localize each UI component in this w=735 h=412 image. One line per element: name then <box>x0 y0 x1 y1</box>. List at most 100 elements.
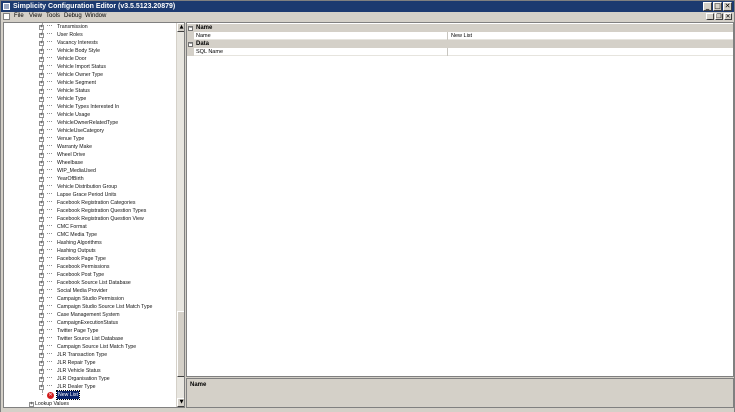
tree-node[interactable]: + CMC Media Type <box>4 231 176 239</box>
tree-node[interactable]: + Vehicle Door <box>4 55 176 63</box>
tree-node[interactable]: + Facebook Registration Question Types <box>4 207 176 215</box>
tree-node[interactable]: + JLR Vehicle Status <box>4 367 176 375</box>
tree-node[interactable]: + User Roles <box>4 31 176 39</box>
menu-file[interactable]: File <box>14 12 24 21</box>
expand-icon[interactable]: + <box>39 136 44 142</box>
tree-node[interactable]: + Vehicle Types Interested In <box>4 103 176 111</box>
expand-icon[interactable]: + <box>39 128 44 134</box>
expand-icon[interactable]: + <box>39 360 44 366</box>
tree-vertical-scrollbar[interactable]: ▲ ▼ <box>176 23 184 407</box>
tree-node[interactable]: + Twitter Page Type <box>4 327 176 335</box>
tree-node[interactable]: + Facebook Registration Categories <box>4 199 176 207</box>
expand-icon[interactable]: + <box>39 56 44 62</box>
tree-node[interactable]: + Vehicle Usage <box>4 111 176 119</box>
minimize-button[interactable]: _ <box>703 2 712 11</box>
tree-node[interactable]: + Facebook Page Type <box>4 255 176 263</box>
expand-icon[interactable]: + <box>39 232 44 238</box>
expand-icon[interactable]: + <box>39 144 44 150</box>
expand-icon[interactable]: + <box>29 401 34 407</box>
tree-node[interactable]: + JLR Organisation Type <box>4 375 176 383</box>
scroll-up-arrow-icon[interactable]: ▲ <box>177 23 184 32</box>
tree-node[interactable]: + Facebook Registration Question View <box>4 215 176 223</box>
property-category-name[interactable]: − Name <box>187 24 733 32</box>
tree-node[interactable]: + YearOfBirth <box>4 175 176 183</box>
tree-node[interactable]: + Lapse Grace Period Units <box>4 191 176 199</box>
expand-icon[interactable]: + <box>39 48 44 54</box>
expand-icon[interactable]: + <box>39 240 44 246</box>
expand-icon[interactable]: + <box>39 248 44 254</box>
tree-node[interactable]: + Campaign Studio Permission <box>4 295 176 303</box>
expand-icon[interactable]: + <box>39 88 44 94</box>
tree-node[interactable]: + VehicleUseCategory <box>4 127 176 135</box>
tree-node[interactable]: + VehicleOwnerRelatedType <box>4 119 176 127</box>
expand-icon[interactable]: + <box>39 176 44 182</box>
expand-icon[interactable]: + <box>39 112 44 118</box>
property-row-sql-name[interactable]: SQL Name <box>187 48 733 56</box>
document-icon[interactable] <box>3 13 10 20</box>
tree-node-lookup-values[interactable]: + Lookup Values <box>4 400 176 407</box>
expand-icon[interactable]: + <box>39 256 44 262</box>
tree-node[interactable]: + Vehicle Owner Type <box>4 71 176 79</box>
tree-node[interactable]: + Social Media Provider <box>4 287 176 295</box>
expand-icon[interactable]: + <box>39 104 44 110</box>
tree-node[interactable]: + Case Management System <box>4 311 176 319</box>
expand-icon[interactable]: + <box>39 296 44 302</box>
maximize-button[interactable]: □ <box>713 2 722 11</box>
tree-node-selected[interactable]: ✕ New List <box>4 390 176 400</box>
tree-node[interactable]: + Campaign Source List Match Type <box>4 343 176 351</box>
property-category-data[interactable]: − Data <box>187 40 733 48</box>
tree-node[interactable]: + Facebook Permissions <box>4 263 176 271</box>
menu-window[interactable]: Window <box>85 12 106 21</box>
tree-node[interactable]: + Hashing Outputs <box>4 247 176 255</box>
tree-node[interactable]: + Twitter Source List Database <box>4 335 176 343</box>
tree-node[interactable]: + Vehicle Distribution Group <box>4 183 176 191</box>
expand-icon[interactable]: + <box>39 368 44 374</box>
tree-node[interactable]: + CampaignExecutionStatus <box>4 319 176 327</box>
tree-node[interactable]: + Campaign Studio Source List Match Type <box>4 303 176 311</box>
title-bar[interactable]: Simplicity Configuration Editor (v3.5.51… <box>1 1 734 12</box>
close-button[interactable]: ✕ <box>723 2 732 11</box>
tree-node[interactable]: + Transmission <box>4 23 176 31</box>
tree-node[interactable]: + JLR Transaction Type <box>4 351 176 359</box>
expand-icon[interactable]: + <box>39 312 44 318</box>
tree-node[interactable]: + Facebook Post Type <box>4 271 176 279</box>
expand-icon[interactable]: + <box>39 336 44 342</box>
expand-icon[interactable]: + <box>39 264 44 270</box>
expand-icon[interactable]: + <box>39 288 44 294</box>
expand-icon[interactable]: + <box>39 328 44 334</box>
collapse-icon[interactable]: − <box>188 41 193 47</box>
tree-node[interactable]: + Vehicle Segment <box>4 79 176 87</box>
expand-icon[interactable]: + <box>39 168 44 174</box>
property-row-name[interactable]: Name New List <box>187 32 733 40</box>
tree-node[interactable]: + Wheelbase <box>4 159 176 167</box>
expand-icon[interactable]: + <box>39 320 44 326</box>
menu-view[interactable]: View <box>29 12 42 21</box>
tree-node[interactable]: + JLR Dealer Type <box>4 383 176 391</box>
tree-node[interactable]: + Vehicle Status <box>4 87 176 95</box>
expand-icon[interactable]: + <box>39 304 44 310</box>
mdi-close-button[interactable]: ✕ <box>724 13 732 20</box>
tree-node[interactable]: + Hashing Algorithms <box>4 239 176 247</box>
expand-icon[interactable]: + <box>39 120 44 126</box>
tree-node[interactable]: + Venue Type <box>4 135 176 143</box>
expand-icon[interactable]: + <box>39 272 44 278</box>
scroll-down-arrow-icon[interactable]: ▼ <box>177 398 184 407</box>
tree-node[interactable]: + Vehicle Type <box>4 95 176 103</box>
expand-icon[interactable]: + <box>39 208 44 214</box>
tree-node[interactable]: + JLR Repair Type <box>4 359 176 367</box>
expand-icon[interactable]: + <box>39 24 44 30</box>
expand-icon[interactable]: + <box>39 80 44 86</box>
property-grid[interactable]: − Name Name New List − Data SQL Name <box>186 22 734 377</box>
expand-icon[interactable]: + <box>39 344 44 350</box>
mdi-minimize-button[interactable]: _ <box>706 13 714 20</box>
expand-icon[interactable]: + <box>39 376 44 382</box>
expand-icon[interactable]: + <box>39 224 44 230</box>
tree-node[interactable]: + WIP_MediaUsed <box>4 167 176 175</box>
expand-icon[interactable]: + <box>39 192 44 198</box>
expand-icon[interactable]: + <box>39 200 44 206</box>
tree-node[interactable]: + CMC Format <box>4 223 176 231</box>
expand-icon[interactable]: + <box>39 216 44 222</box>
expand-icon[interactable]: + <box>39 384 44 390</box>
lookup-tree-view[interactable]: + Transmission + User Roles + Vacancy Inter… <box>3 22 185 408</box>
expand-icon[interactable]: + <box>39 64 44 70</box>
